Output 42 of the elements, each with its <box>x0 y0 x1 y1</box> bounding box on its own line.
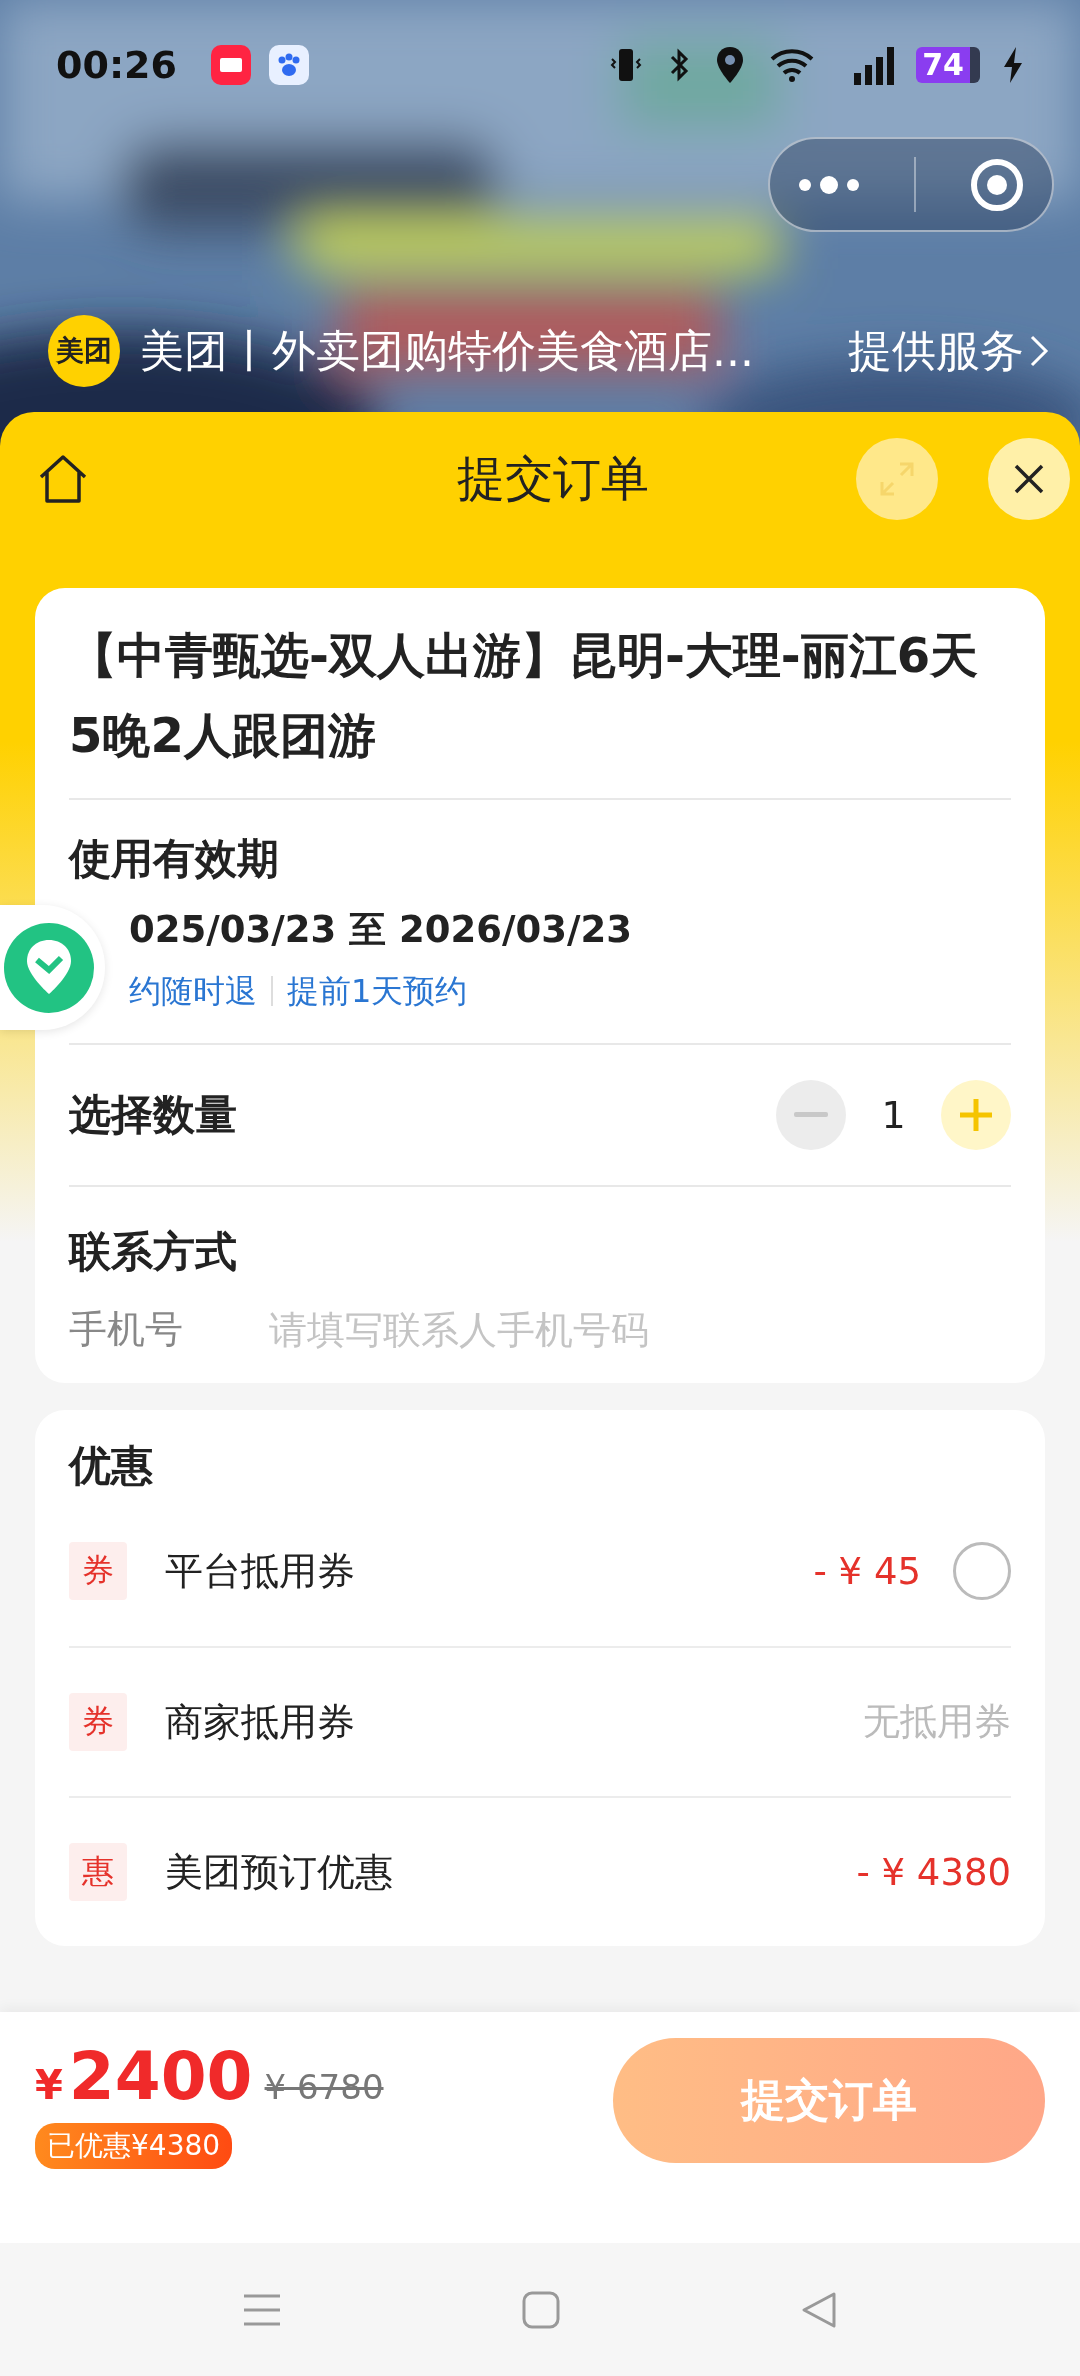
target-icon <box>969 156 1026 213</box>
charging-icon <box>1002 45 1024 85</box>
coupon-badge: 券 <box>69 1542 127 1600</box>
location-pin-icon <box>2 921 95 1014</box>
policy-tag: 提前1天预约 <box>287 969 468 1013</box>
miniprogram-title: 美团丨外卖团购特价美食酒店... <box>140 323 754 378</box>
product-title: 【中青甄选-双人出游】昆明-大理-丽江6天5晚2人跟团游 <box>69 626 980 765</box>
coupon-radio[interactable] <box>953 1542 1011 1600</box>
minus-icon <box>794 1112 828 1118</box>
discount-value: 无抵用券 <box>863 1699 1011 1745</box>
currency-symbol: ¥ <box>35 2062 63 2108</box>
home-nav-button[interactable] <box>522 2290 560 2329</box>
square-icon <box>522 2290 560 2329</box>
discount-title: 优惠 <box>69 1440 153 1492</box>
validity-label: 使用有效期 <box>69 833 280 885</box>
clock-time: 00:26 <box>56 43 177 87</box>
discount-label: 商家抵用券 <box>165 1698 355 1746</box>
original-price: ¥ 6780 <box>264 2067 384 2107</box>
discount-value: - ¥ 45 <box>813 1549 921 1593</box>
sheet-title: 提交订单 <box>456 448 649 508</box>
service-provider-link[interactable]: 提供服务 <box>848 321 1050 381</box>
chevron-right-icon <box>1028 333 1050 369</box>
discount-label: 美团预订优惠 <box>165 1848 393 1896</box>
validity-dates: 025/03/23 至 2026/03/23 <box>128 907 633 953</box>
app-notification-icon <box>210 45 251 85</box>
discount-label: 平台抵用券 <box>165 1547 355 1595</box>
close-miniprogram-button[interactable] <box>969 156 1026 213</box>
quantity-value: 1 <box>880 1093 907 1137</box>
back-button[interactable] <box>800 2290 838 2329</box>
quantity-label: 选择数量 <box>69 1089 237 1141</box>
phone-label: 手机号 <box>69 1306 184 1353</box>
total-price: 2400 <box>68 2038 253 2115</box>
paw-icon <box>268 45 309 85</box>
contact-label: 联系方式 <box>69 1226 238 1278</box>
plus-icon <box>958 1097 994 1133</box>
back-icon <box>800 2290 838 2329</box>
savings-badge: 已优惠¥4380 <box>35 2123 233 2169</box>
phone-input-field[interactable]: 请填写联系人手机号码 <box>267 1306 1011 1353</box>
discount-value: - ¥ 4380 <box>856 1850 1011 1894</box>
coupon-badge: 惠 <box>69 1843 127 1901</box>
coupon-badge: 券 <box>69 1693 127 1751</box>
policy-tag: 约随时退 <box>129 969 257 1013</box>
